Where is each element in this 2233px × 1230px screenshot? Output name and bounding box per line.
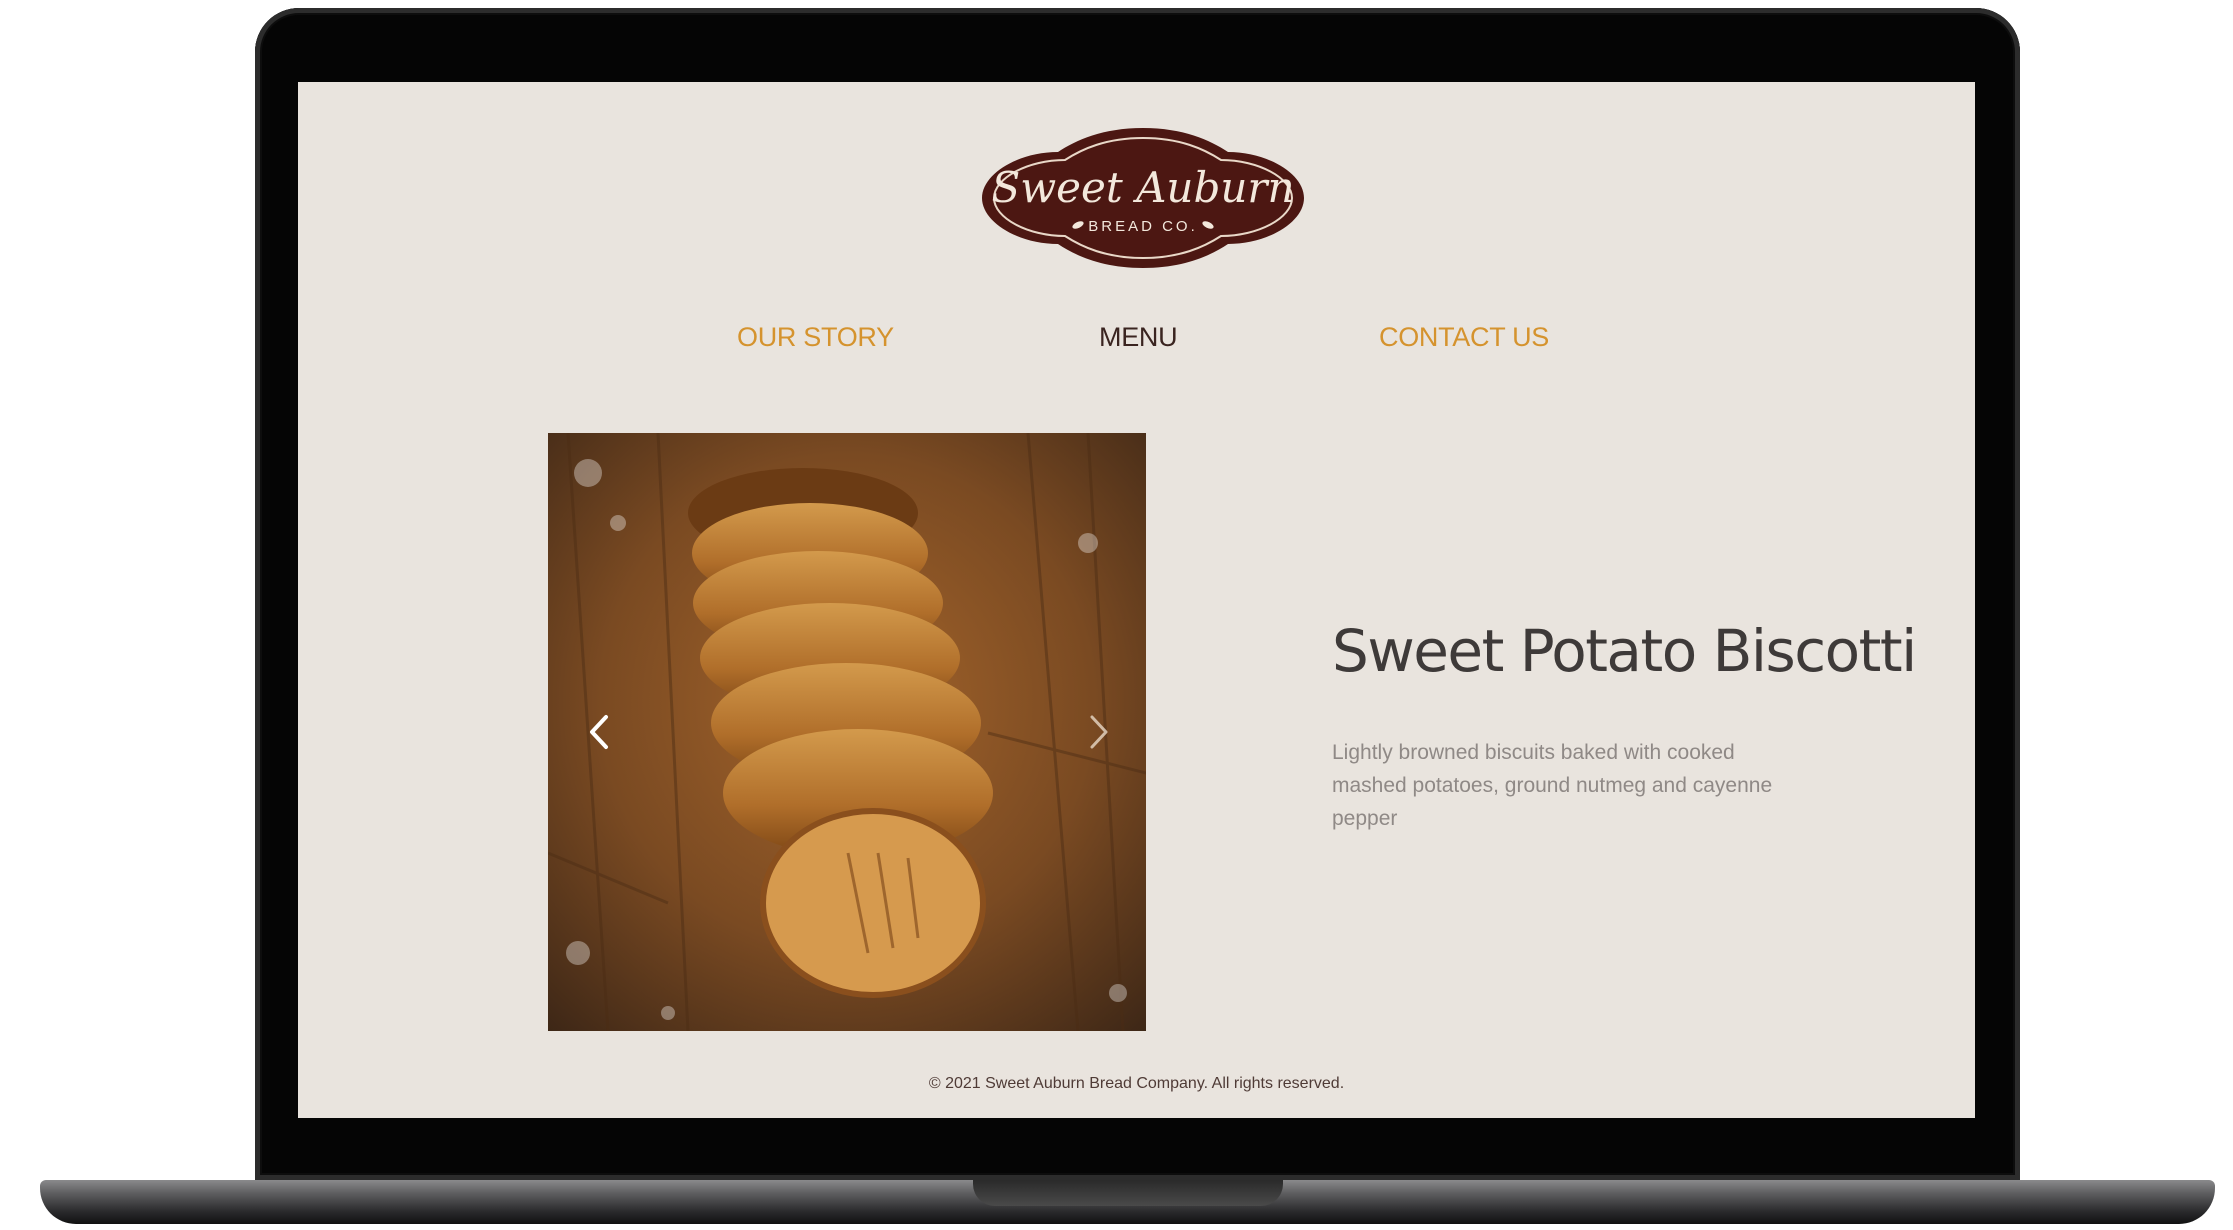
carousel-prev-button[interactable] xyxy=(580,709,620,755)
nav-contact-us[interactable]: CONTACT US xyxy=(1379,322,1549,353)
brand-logo[interactable]: Sweet Auburn BREAD CO. xyxy=(978,122,1308,274)
logo-sub-text: BREAD CO. xyxy=(1088,218,1198,235)
website-viewport: Sweet Auburn BREAD CO. OUR STORY MENU CO… xyxy=(298,82,1975,1118)
nav-our-story[interactable]: OUR STORY xyxy=(737,322,894,353)
product-description: Lightly browned biscuits baked with cook… xyxy=(1332,741,1773,830)
carousel-next-button[interactable] xyxy=(1078,709,1118,755)
logo-script-text: Sweet Auburn xyxy=(991,163,1294,212)
logo-badge-icon: Sweet Auburn BREAD CO. xyxy=(982,128,1304,268)
footer-copyright: © 2021 Sweet Auburn Bread Company. All r… xyxy=(928,1075,1345,1092)
product-image-carousel xyxy=(548,433,1146,1031)
laptop-hinge-notch xyxy=(973,1180,1283,1206)
biscotti-photo xyxy=(548,433,1146,1031)
nav-menu[interactable]: MENU xyxy=(1099,322,1178,353)
chevron-left-icon xyxy=(590,715,608,749)
product-title: Sweet Potato Biscotti xyxy=(1332,617,1917,685)
chevron-right-icon xyxy=(1090,715,1108,749)
